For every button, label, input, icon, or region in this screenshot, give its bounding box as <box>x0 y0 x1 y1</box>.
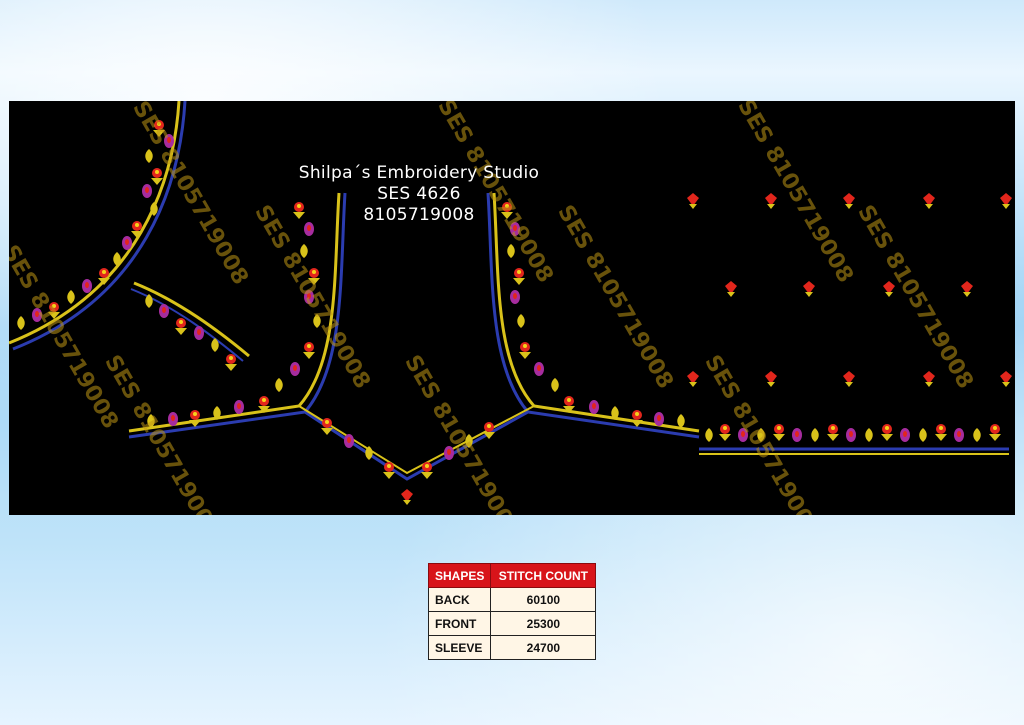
stitch-count-table: SHAPES STITCH COUNT BACK 60100 FRONT 253… <box>427 563 597 660</box>
header-shapes: SHAPES <box>427 563 492 588</box>
count-cell: 60100 <box>490 587 597 612</box>
studio-title-block: Shilpa´s Embroidery Studio SES 4626 8105… <box>279 163 559 226</box>
table-row: BACK 60100 <box>427 587 597 612</box>
header-stitch-count: STITCH COUNT <box>490 563 597 588</box>
table-header-row: SHAPES STITCH COUNT <box>427 563 597 588</box>
shape-cell: BACK <box>427 587 492 612</box>
phone-number: 8105719008 <box>363 205 475 225</box>
studio-name: Shilpa´s Embroidery Studio <box>298 163 540 183</box>
table-row: FRONT 25300 <box>427 611 597 636</box>
design-code: SES 4626 <box>377 184 461 204</box>
table-row: SLEEVE 24700 <box>427 635 597 660</box>
shape-cell: FRONT <box>427 611 492 636</box>
count-cell: 24700 <box>490 635 597 660</box>
embroidery-design-panel: SES 8105719008 SES 8105719008 SES 810571… <box>9 101 1015 515</box>
short-border <box>130 281 250 371</box>
count-cell: 25300 <box>490 611 597 636</box>
shape-cell: SLEEVE <box>427 635 492 660</box>
